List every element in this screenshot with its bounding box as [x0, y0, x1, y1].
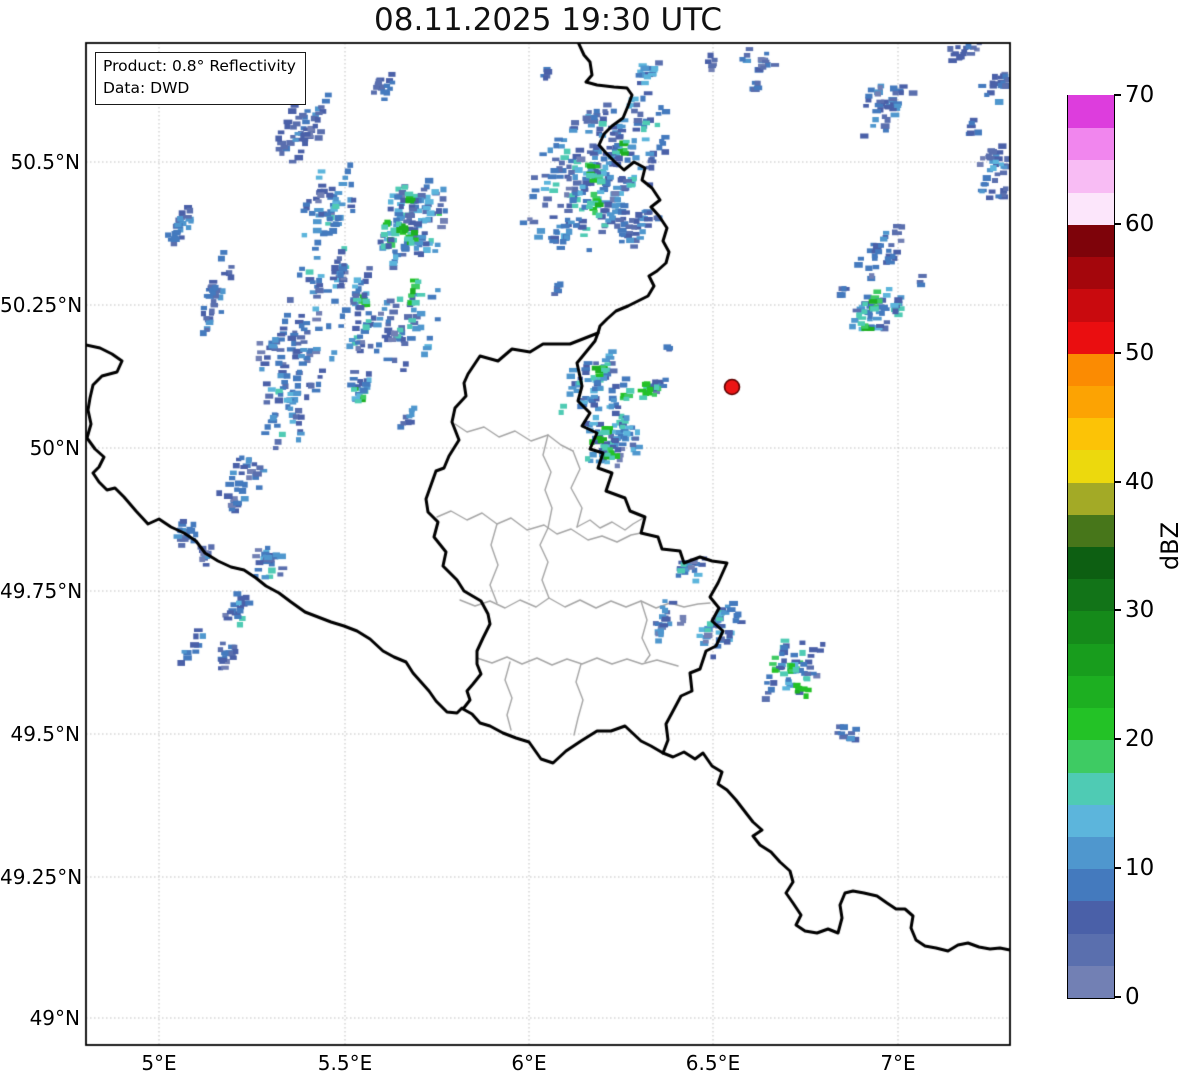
colorbar-segment: [1068, 836, 1114, 870]
colorbar-tick-label: 20: [1125, 726, 1155, 753]
colorbar-segment: [1068, 353, 1114, 386]
colorbar-tick: [1114, 351, 1121, 354]
colorbar-tick: [1114, 222, 1121, 225]
colorbar-segment: [1068, 739, 1114, 773]
colorbar-tick: [1114, 867, 1121, 870]
product-line: Product: 0.8° Reflectivity: [103, 57, 296, 75]
colorbar-segment: [1068, 578, 1114, 612]
colorbar-tick: [1114, 738, 1121, 741]
colorbar-segment: [1068, 288, 1114, 322]
colorbar-segment: [1068, 610, 1114, 644]
colorbar-segment: [1068, 965, 1114, 998]
x-tick-label: 5.5°E: [317, 1051, 373, 1075]
y-tick-label: 50°N: [29, 436, 80, 460]
x-tick-label: 6°E: [511, 1051, 547, 1075]
y-tick-label: 49.75°N: [0, 579, 83, 603]
colorbar-segment: [1068, 320, 1114, 354]
colorbar-segment: [1068, 449, 1114, 483]
colorbar-segment: [1068, 675, 1114, 709]
colorbar-tick: [1114, 94, 1121, 96]
y-tick-label: 49.25°N: [0, 865, 83, 889]
y-tick-label: 49.5°N: [10, 722, 81, 746]
colorbar-tick-label: 0: [1125, 984, 1140, 1010]
colorbar-segment: [1068, 643, 1114, 676]
colorbar-segment: [1068, 932, 1114, 966]
colorbar-segment: [1068, 900, 1114, 934]
colorbar-tick: [1114, 609, 1121, 612]
colorbar-tick-label: 40: [1125, 468, 1155, 495]
colorbar-segment: [1068, 546, 1114, 580]
colorbar-segment: [1068, 159, 1114, 193]
radar-map-canvas: [0, 0, 1202, 1081]
colorbar-tick: [1114, 996, 1121, 998]
colorbar: [1067, 95, 1115, 999]
colorbar-segment: [1068, 224, 1114, 258]
colorbar-segment: [1068, 192, 1114, 225]
colorbar-tick-label: 50: [1125, 339, 1155, 366]
colorbar-segment: [1068, 514, 1114, 547]
colorbar-segment: [1068, 771, 1114, 805]
colorbar-segment: [1068, 127, 1114, 161]
data-source-line: Data: DWD: [103, 78, 190, 97]
colorbar-segment: [1068, 417, 1114, 451]
colorbar-tick-label: 10: [1125, 855, 1155, 882]
colorbar-segment: [1068, 868, 1114, 902]
colorbar-tick: [1114, 480, 1121, 483]
x-tick-label: 5°E: [141, 1051, 177, 1075]
x-tick-label: 6.5°E: [685, 1051, 741, 1075]
colorbar-unit-label: dBZ: [1156, 521, 1184, 571]
colorbar-segment: [1068, 385, 1114, 419]
x-tick-label: 7°E: [880, 1051, 916, 1075]
product-info-box: Product: 0.8° Reflectivity Data: DWD: [95, 52, 306, 106]
colorbar-segment: [1068, 481, 1114, 515]
colorbar-segment: [1068, 256, 1114, 290]
colorbar-tick-label: 70: [1125, 82, 1155, 108]
colorbar-tick-label: 60: [1125, 210, 1155, 237]
colorbar-segment: [1068, 804, 1114, 837]
y-tick-label: 50.5°N: [10, 150, 81, 174]
radar-figure: 08.11.2025 19:30 UTC Product: 0.8° Refle…: [0, 0, 1202, 1081]
figure-title: 08.11.2025 19:30 UTC: [374, 2, 722, 38]
colorbar-segment: [1068, 95, 1114, 129]
colorbar-segment: [1068, 707, 1114, 741]
y-tick-label: 49°N: [29, 1006, 80, 1030]
y-tick-label: 50.25°N: [0, 293, 83, 317]
colorbar-tick-label: 30: [1125, 597, 1155, 624]
